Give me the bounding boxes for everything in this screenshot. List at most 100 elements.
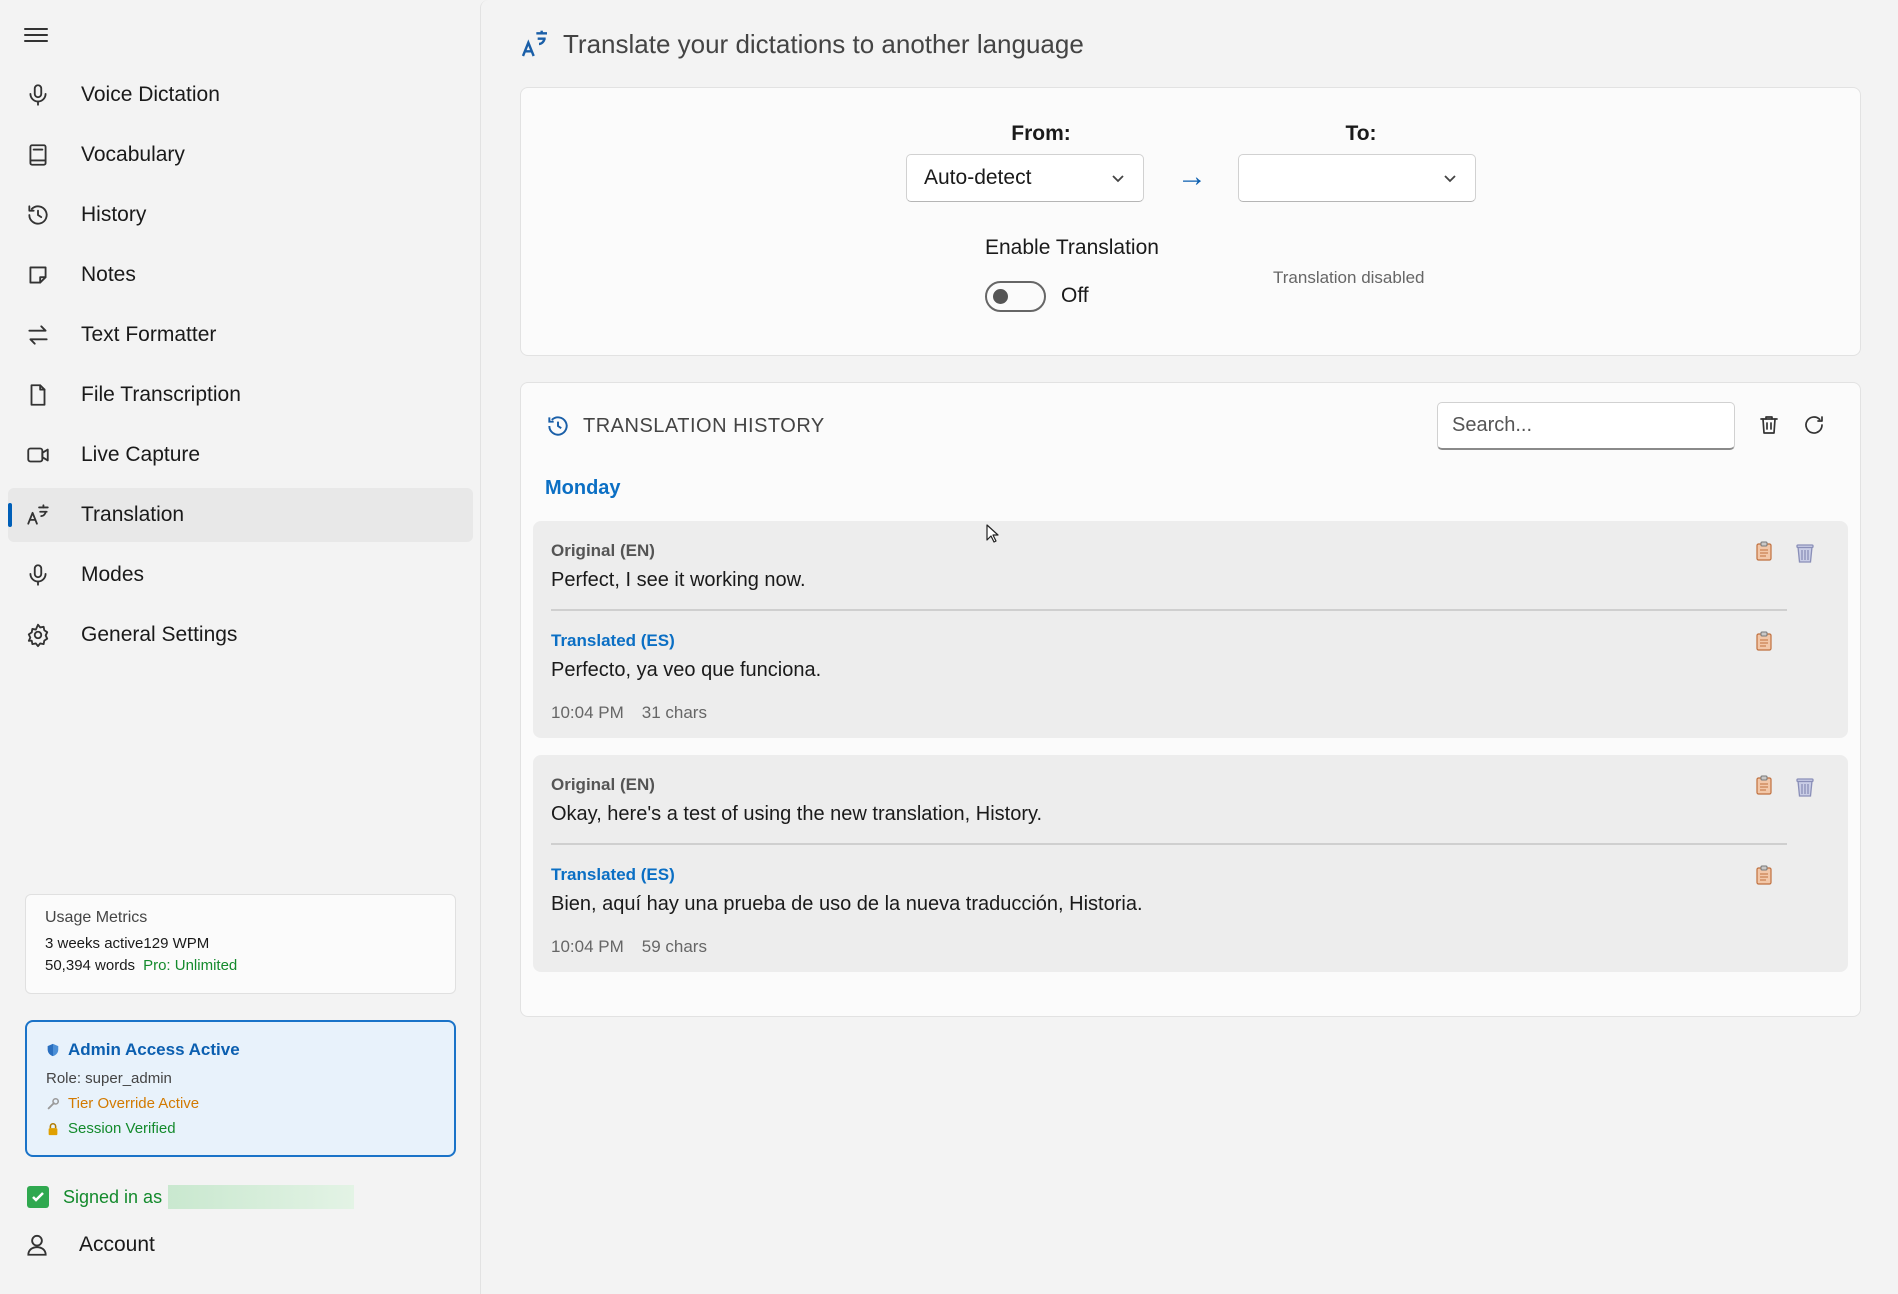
clipboard-icon [1756, 865, 1772, 885]
user-icon [27, 1234, 47, 1256]
wastebasket-icon [1796, 544, 1814, 563]
entry-chars: 59 chars [641, 937, 707, 956]
sidebar-item-label: File Transcription [81, 383, 241, 406]
sidebar-item-label: Text Formatter [81, 323, 217, 346]
arrow-right-icon: → [1177, 160, 1207, 193]
admin-access-card: Admin Access Active Role: super_admin Ti… [25, 1020, 456, 1157]
sidebar-item-label: Modes [81, 563, 145, 586]
nav-list: Voice Dictation Vocabulary History Notes… [8, 68, 473, 668]
history-header: TRANSLATION HISTORY [545, 413, 825, 439]
shield-icon [47, 1043, 59, 1057]
sidebar-item-file-transcription[interactable]: File Transcription [8, 368, 473, 422]
entry-divider [551, 609, 1787, 611]
original-text: Perfect, I see it working now. [551, 569, 806, 591]
usage-plan: Pro: Unlimited [143, 957, 238, 974]
original-label: Original (EN) [551, 541, 655, 560]
delete-entry-button[interactable] [1795, 777, 1815, 797]
history-title: TRANSLATION HISTORY [583, 414, 825, 437]
original-label: Original (EN) [551, 775, 655, 794]
admin-session: Session Verified [68, 1120, 176, 1137]
sidebar-item-text-formatter[interactable]: Text Formatter [8, 308, 473, 362]
admin-title: Admin Access Active [68, 1040, 240, 1059]
clear-history-button[interactable] [1753, 409, 1785, 441]
to-label: To: [1345, 122, 1377, 145]
swap-arrows-icon [24, 321, 52, 349]
admin-override: Tier Override Active [68, 1095, 200, 1112]
refresh-button[interactable] [1798, 409, 1830, 441]
microphone-icon [24, 561, 52, 589]
day-heading: Monday [545, 477, 621, 499]
sidebar-item-voice-dictation[interactable]: Voice Dictation [8, 68, 473, 122]
from-language-value: Auto-detect [924, 166, 1032, 189]
sidebar-item-history[interactable]: History [8, 188, 473, 242]
translated-label: Translated (ES) [551, 865, 675, 884]
history-entry: Original (EN) Okay, here's a test of usi… [533, 755, 1848, 972]
to-language-select[interactable] [1238, 154, 1476, 202]
sidebar-item-live-capture[interactable]: Live Capture [8, 428, 473, 482]
translated-text: Bien, aquí hay una prueba de uso de la n… [551, 893, 1143, 915]
lock-icon [48, 1122, 58, 1135]
usage-title: Usage Metrics [45, 909, 148, 926]
entry-meta: 10:04 PM 59 chars [551, 937, 707, 957]
chevron-down-icon [1109, 169, 1127, 187]
enable-translation-label: Enable Translation [985, 236, 1159, 259]
refresh-icon [1805, 416, 1823, 434]
translation-status: Translation disabled [1273, 268, 1425, 287]
copy-translation-button[interactable] [1755, 631, 1773, 651]
sidebar-item-notes[interactable]: Notes [8, 248, 473, 302]
toggle-knob [993, 289, 1008, 304]
sidebar-item-label: Vocabulary [81, 143, 185, 166]
main-content: Translate your dictations to another lan… [480, 0, 1898, 1294]
sidebar-item-general-settings[interactable]: General Settings [8, 608, 473, 662]
gear-icon [24, 621, 52, 649]
from-language-select[interactable]: Auto-detect [906, 154, 1144, 202]
sidebar-item-label: History [81, 203, 147, 226]
history-icon [24, 201, 52, 229]
admin-role: Role: super_admin [46, 1070, 172, 1087]
sidebar-item-label: Notes [81, 263, 136, 286]
microphone-icon [24, 81, 52, 109]
sidebar-item-label: General Settings [81, 623, 238, 646]
entry-chars: 31 chars [641, 703, 707, 722]
translated-label: Translated (ES) [551, 631, 675, 650]
signed-in-label: Signed in as [63, 1186, 163, 1207]
usage-wpm: 129 WPM [143, 935, 210, 952]
from-label: From: [1011, 122, 1071, 145]
translation-history-card: TRANSLATION HISTORY Monday Original (EN)… [520, 382, 1861, 1017]
copy-translation-button[interactable] [1755, 865, 1773, 885]
mouse-cursor-icon [986, 524, 999, 543]
delete-entry-button[interactable] [1795, 543, 1815, 563]
redacted-email [168, 1185, 355, 1209]
sidebar-item-label: Live Capture [81, 443, 201, 466]
clipboard-icon [1756, 541, 1772, 561]
trash-icon [1760, 416, 1778, 434]
sidebar-item-translation[interactable]: Translation [8, 488, 473, 542]
usage-words: 50,394 words [45, 957, 136, 974]
hamburger-menu-icon[interactable] [24, 24, 48, 48]
book-icon [24, 141, 52, 169]
clipboard-icon [1756, 631, 1772, 651]
checkbox-checked-icon [27, 1186, 49, 1208]
wastebasket-icon [1796, 778, 1814, 797]
sidebar-item-label: Account [79, 1233, 155, 1256]
page-title: Translate your dictations to another lan… [563, 28, 1084, 59]
sidebar-item-vocabulary[interactable]: Vocabulary [8, 128, 473, 182]
note-icon [24, 261, 52, 289]
usage-metrics-card: Usage Metrics 3 weeks active 129 WPM 50,… [25, 894, 456, 994]
history-search-input[interactable] [1437, 402, 1735, 450]
file-icon [24, 381, 52, 409]
entry-meta: 10:04 PM 31 chars [551, 703, 707, 723]
usage-active: 3 weeks active [45, 935, 144, 952]
clipboard-icon [1756, 775, 1772, 795]
toggle-state-label: Off [1061, 284, 1089, 307]
sidebar-item-modes[interactable]: Modes [8, 548, 473, 602]
sidebar-item-account[interactable]: Account [24, 1232, 155, 1258]
enable-translation-toggle[interactable] [985, 281, 1046, 312]
entry-time: 10:04 PM [551, 703, 624, 722]
chevron-down-icon [1441, 169, 1459, 187]
copy-original-button[interactable] [1755, 775, 1773, 795]
signed-in-status: Signed in as [27, 1185, 355, 1209]
entry-time: 10:04 PM [551, 937, 624, 956]
copy-original-button[interactable] [1755, 541, 1773, 561]
original-text: Okay, here's a test of using the new tra… [551, 803, 1043, 825]
